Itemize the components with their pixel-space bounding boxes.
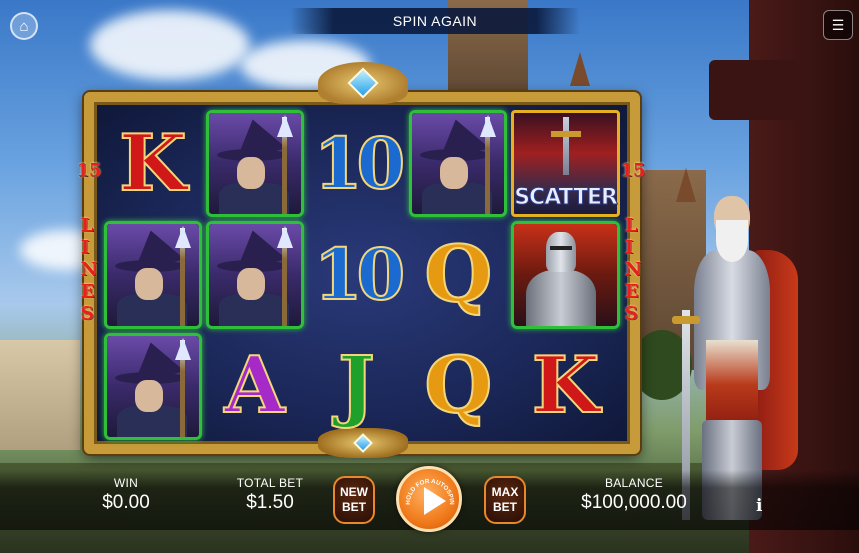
symbol-letter: A: [223, 340, 286, 432]
symbol-letter: K: [531, 340, 601, 432]
reel-cell: SCATTER: [511, 110, 620, 218]
lines-letter: S: [80, 303, 94, 324]
menu-button[interactable]: ☰: [823, 10, 853, 40]
reel-cell: [205, 110, 304, 218]
wizard-symbol: [208, 113, 301, 215]
scatter-label: SCATTER: [514, 185, 619, 211]
lines-indicator-left: 15 L I N E S: [76, 160, 102, 325]
reel-cell: K: [511, 333, 620, 440]
play-icon: [424, 487, 446, 515]
wizard-face: [236, 268, 265, 301]
lines-count: 15: [76, 160, 102, 181]
reel-cell: Q: [409, 333, 507, 440]
symbol-number: 10: [313, 232, 406, 316]
knight-sword-hilt: [672, 316, 700, 324]
lines-letter: E: [80, 281, 95, 302]
win-label: WIN: [113, 476, 139, 490]
wizard-symbol: [412, 113, 505, 215]
balance-display: BALANCE $100,000.00: [574, 476, 694, 514]
scatter-sword: [562, 117, 569, 175]
lines-letter: I: [80, 237, 90, 258]
lines-letter: L: [80, 215, 94, 236]
menu-icon: ☰: [831, 17, 845, 33]
total-bet-display: TOTAL BET $1.50: [228, 476, 312, 514]
reel-cell: [511, 221, 620, 329]
new-bet-label: NEW: [340, 485, 368, 499]
castle-spire: [570, 52, 590, 86]
knight-visor: [550, 246, 573, 251]
wizard-face: [135, 268, 163, 301]
wizard-staff-tip: [174, 337, 191, 360]
reel-cell: 10: [308, 110, 406, 217]
reel-cell: 10: [308, 221, 406, 328]
total-bet-value: $1.50: [246, 492, 294, 513]
knight-tabard: [706, 340, 758, 430]
reel-cell: K: [104, 110, 202, 217]
total-bet-label: TOTAL BET: [236, 476, 304, 490]
wizard-staff-tip: [480, 115, 497, 137]
reel-cell: [104, 332, 202, 440]
lines-word: L I N E S: [81, 215, 97, 325]
max-bet-label: BET: [493, 500, 517, 514]
lines-word: L I N E S: [625, 215, 641, 325]
reel-cell: [409, 110, 508, 218]
wizard-face: [440, 157, 469, 189]
symbol-letter: Q: [423, 340, 493, 432]
knight-beard: [716, 220, 748, 262]
balance-label: BALANCE: [604, 476, 664, 490]
lines-count: 15: [620, 160, 646, 181]
symbol-letter: J: [337, 340, 376, 432]
lines-letter: S: [624, 303, 638, 324]
wizard-symbol: [107, 335, 199, 437]
spin-again-banner: SPIN AGAIN: [290, 8, 580, 34]
new-bet-button[interactable]: NEW BET: [333, 476, 375, 524]
reel-grid: K 10 SCATTER 10 Q A J Q K: [104, 110, 620, 440]
reel-cell: A: [206, 333, 304, 440]
win-value: $0.00: [102, 492, 150, 513]
reel-cell: J: [308, 333, 406, 440]
balance-value: $100,000.00: [581, 492, 687, 513]
home-button[interactable]: ⌂: [10, 12, 38, 40]
reel-cell: [205, 221, 304, 329]
lines-letter: E: [624, 281, 639, 302]
symbol-letter: Q: [423, 228, 493, 320]
max-bet-button[interactable]: MAX BET: [484, 476, 526, 524]
lines-letter: I: [624, 237, 634, 258]
wizard-face: [236, 157, 265, 189]
wizard-staff-tip: [174, 226, 191, 249]
lines-letter: N: [624, 259, 642, 280]
wizard-face: [135, 379, 163, 412]
wizard-symbol: [107, 224, 199, 326]
wizard-staff-tip: [276, 115, 293, 137]
lines-letter: N: [80, 259, 98, 280]
reel-cell: [104, 221, 202, 329]
frame-top-ornament: [318, 62, 408, 104]
wizard-staff-tip: [276, 226, 293, 249]
knight-symbol: [514, 224, 617, 326]
scatter-guard: [550, 131, 581, 137]
win-display: WIN $0.00: [96, 476, 156, 514]
spin-button[interactable]: HOLD FOR AUTOSPIN: [396, 466, 462, 532]
info-button[interactable]: i: [756, 496, 770, 516]
knight-helm: [546, 232, 577, 273]
symbol-letter: K: [118, 117, 188, 209]
reel-cell: Q: [409, 221, 507, 328]
lines-indicator-right: 15 L I N E S: [620, 160, 646, 325]
new-bet-label: BET: [342, 500, 366, 514]
wizard-symbol: [208, 224, 301, 326]
symbol-number: 10: [313, 121, 406, 205]
knight-body: [526, 270, 597, 326]
lines-letter: L: [624, 215, 638, 236]
cloud: [90, 10, 250, 80]
crystal-gem-icon: [347, 67, 379, 99]
home-icon: ⌂: [19, 17, 29, 35]
scatter-symbol: SCATTER: [511, 110, 620, 218]
max-bet-label: MAX: [491, 485, 519, 499]
distant-castle: [0, 340, 80, 450]
